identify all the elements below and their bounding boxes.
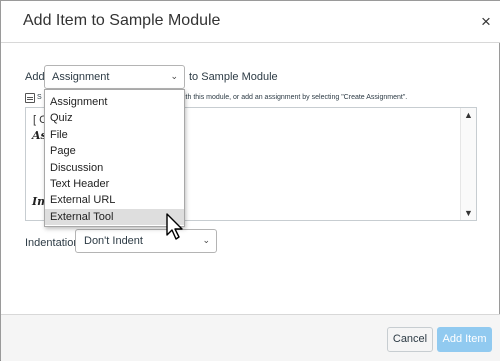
indentation-select[interactable]: Don't Indent ⌄ (75, 229, 217, 253)
chevron-down-icon: ⌄ (170, 71, 178, 81)
dropdown-option-text-header[interactable]: Text Header (45, 176, 184, 192)
to-module-label: to Sample Module (189, 71, 278, 83)
dialog-footer: Cancel Add Item (1, 314, 500, 361)
item-type-select[interactable]: Assignment ⌄ (44, 65, 185, 89)
item-type-value: Assignment (52, 71, 110, 83)
cancel-button[interactable]: Cancel (387, 327, 433, 352)
scroll-down-icon[interactable]: ▼ (464, 208, 473, 218)
add-item-dialog: Add Item to Sample Module × Add Assignme… (0, 0, 500, 361)
dropdown-option-discussion[interactable]: Discussion (45, 160, 184, 176)
mouse-pointer-icon (166, 213, 183, 240)
dropdown-option-quiz[interactable]: Quiz (45, 110, 184, 126)
close-icon[interactable]: × (478, 13, 494, 30)
dropdown-option-page[interactable]: Page (45, 143, 184, 159)
dialog-titlebar: Add Item to Sample Module × (1, 1, 500, 43)
hint-text: ith this module, or add an assignment by… (184, 94, 408, 101)
dropdown-option-external-tool[interactable]: External Tool (45, 209, 184, 225)
dropdown-option-file[interactable]: File (45, 127, 184, 143)
chevron-down-icon: ⌄ (202, 235, 210, 245)
scroll-up-icon[interactable]: ▲ (464, 110, 473, 120)
dropdown-option-external-url[interactable]: External URL (45, 192, 184, 208)
add-label: Add (25, 71, 45, 83)
dropdown-option-assignment[interactable]: Assignment (45, 94, 184, 110)
listbox-scrollbar[interactable]: ▲ ▼ (460, 108, 476, 220)
indentation-label: Indentation: (25, 237, 83, 249)
hint-text-start: S (37, 94, 42, 101)
item-type-dropdown[interactable]: Assignment Quiz File Page Discussion Tex… (44, 89, 185, 227)
add-item-button[interactable]: Add Item (437, 327, 492, 352)
dialog-title: Add Item to Sample Module (23, 12, 221, 29)
indentation-value: Don't Indent (84, 235, 143, 247)
document-icon (25, 93, 35, 103)
